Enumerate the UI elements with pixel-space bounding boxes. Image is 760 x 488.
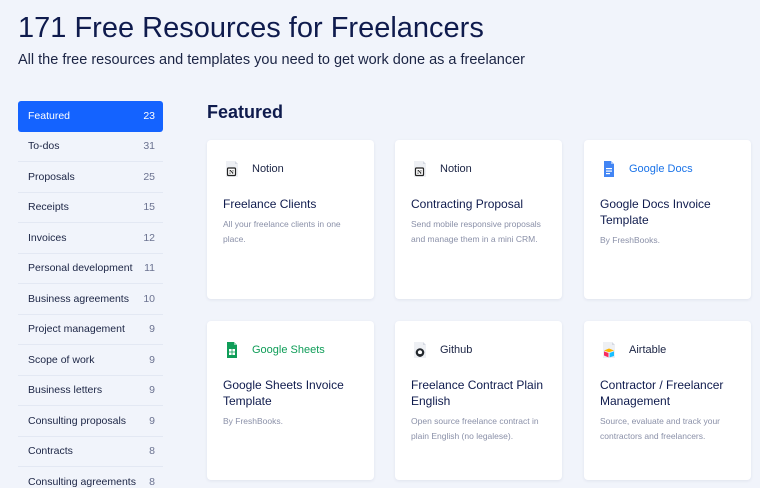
card-brand: Google Docs <box>629 163 693 175</box>
sidebar-item-count: 8 <box>149 476 155 488</box>
sidebar-item-label: Consulting proposals <box>28 414 127 427</box>
sidebar-item-count: 25 <box>143 170 155 183</box>
sidebar-item-count: 9 <box>149 323 155 336</box>
sidebar-item-count: 9 <box>149 384 155 397</box>
sidebar-item-contracts[interactable]: Contracts 8 <box>18 437 163 467</box>
sidebar-item-label: Consulting agreements <box>28 476 136 488</box>
card-description: By FreshBooks. <box>600 235 660 245</box>
card-title: Contracting Proposal <box>411 197 524 211</box>
sidebar-item-count: 9 <box>149 353 155 366</box>
card-header: N Notion <box>223 157 359 181</box>
card-description: Send mobile responsive proposals and man… <box>411 219 541 244</box>
card-title: Freelance Contract Plain English <box>411 378 544 408</box>
card-brand: Github <box>440 344 473 356</box>
sidebar-item-receipts[interactable]: Receipts 15 <box>18 193 163 223</box>
sidebar-item-count: 11 <box>144 262 155 275</box>
sidebar-item-business-letters[interactable]: Business letters 9 <box>18 376 163 406</box>
card-brand: Notion <box>440 163 472 175</box>
sidebar-item-label: Contracts <box>28 445 73 458</box>
section-title: Featured <box>207 102 284 122</box>
sidebar-item-label: Business agreements <box>28 292 129 305</box>
page: 171 Free Resources for Freelancers All t… <box>0 0 760 488</box>
card-title: Contractor / Freelancer Management <box>600 378 724 408</box>
sidebar-item-label: Invoices <box>28 231 67 244</box>
card-title: Freelance Clients <box>223 197 317 211</box>
github-icon <box>411 341 429 359</box>
page-title: 171 Free Resources for Freelancers <box>18 12 484 44</box>
sidebar-item-featured[interactable]: Featured 23 <box>18 101 163 132</box>
sidebar-item-label: Featured <box>28 110 71 123</box>
card-header: Airtable <box>600 338 736 362</box>
sidebar-item-project-management[interactable]: Project management 9 <box>18 315 163 345</box>
sidebar-item-label: Project management <box>28 323 125 336</box>
sidebar-item-invoices[interactable]: Invoices 12 <box>18 223 163 254</box>
resource-card-contracting-proposal[interactable]: N Notion Contracting Proposal Send mobil… <box>395 140 562 299</box>
sidebar-item-count: 10 <box>143 292 155 305</box>
card-header: Google Docs <box>600 157 736 181</box>
card-title: Google Sheets Invoice Template <box>223 378 344 408</box>
card-brand: Notion <box>252 163 284 175</box>
sidebar-item-label: To-dos <box>28 140 60 153</box>
sidebar-item-to-dos[interactable]: To-dos 31 <box>18 132 163 162</box>
resource-card-google-sheets-invoice[interactable]: Google Sheets Google Sheets Invoice Temp… <box>207 321 374 480</box>
notion-icon: N <box>223 160 241 178</box>
google-docs-icon <box>600 160 618 178</box>
airtable-icon <box>600 341 618 359</box>
card-title: Google Docs Invoice Template <box>600 197 711 227</box>
google-sheets-icon <box>223 341 241 359</box>
sidebar-item-count: 12 <box>143 231 155 244</box>
card-description: Open source freelance contract in plain … <box>411 416 539 441</box>
card-description: By FreshBooks. <box>223 416 283 426</box>
card-brand: Airtable <box>629 344 667 356</box>
page-subtitle: All the free resources and templates you… <box>18 52 525 68</box>
resource-card-freelance-contract-plain-english[interactable]: Github Freelance Contract Plain English … <box>395 321 562 480</box>
sidebar-item-consulting-proposals[interactable]: Consulting proposals 9 <box>18 406 163 437</box>
sidebar-item-count: 23 <box>143 110 155 123</box>
sidebar-item-scope-of-work[interactable]: Scope of work 9 <box>18 345 163 376</box>
sidebar-item-count: 15 <box>143 201 155 214</box>
svg-text:N: N <box>229 169 234 176</box>
card-description: All your freelance clients in one place. <box>223 219 341 244</box>
resource-card-google-docs-invoice[interactable]: Google Docs Google Docs Invoice Template… <box>584 140 751 299</box>
notion-icon: N <box>411 160 429 178</box>
sidebar-item-consulting-agreements[interactable]: Consulting agreements 8 <box>18 467 163 488</box>
card-description: Source, evaluate and track your contract… <box>600 416 721 441</box>
sidebar-item-label: Receipts <box>28 201 69 214</box>
sidebar-item-proposals[interactable]: Proposals 25 <box>18 162 163 193</box>
sidebar-item-label: Personal development <box>28 262 133 275</box>
sidebar-item-count: 31 <box>143 140 155 153</box>
card-header: Google Sheets <box>223 338 359 362</box>
sidebar-item-count: 9 <box>149 414 155 427</box>
sidebar-item-business-agreements[interactable]: Business agreements 10 <box>18 284 163 315</box>
sidebar-item-label: Scope of work <box>28 353 95 366</box>
sidebar-item-count: 8 <box>149 445 155 458</box>
card-header: N Notion <box>411 157 547 181</box>
resource-card-freelance-clients[interactable]: N Notion Freelance Clients All your free… <box>207 140 374 299</box>
svg-text:N: N <box>417 169 422 176</box>
category-sidebar: Featured 23 To-dos 31 Proposals 25 Recei… <box>18 101 163 488</box>
resource-card-contractor-freelancer-management[interactable]: Airtable Contractor / Freelancer Managem… <box>584 321 751 480</box>
sidebar-item-label: Business letters <box>28 384 103 397</box>
card-brand: Google Sheets <box>252 344 325 356</box>
sidebar-item-label: Proposals <box>28 170 75 183</box>
card-header: Github <box>411 338 547 362</box>
sidebar-item-personal-development[interactable]: Personal development 11 <box>18 254 163 284</box>
